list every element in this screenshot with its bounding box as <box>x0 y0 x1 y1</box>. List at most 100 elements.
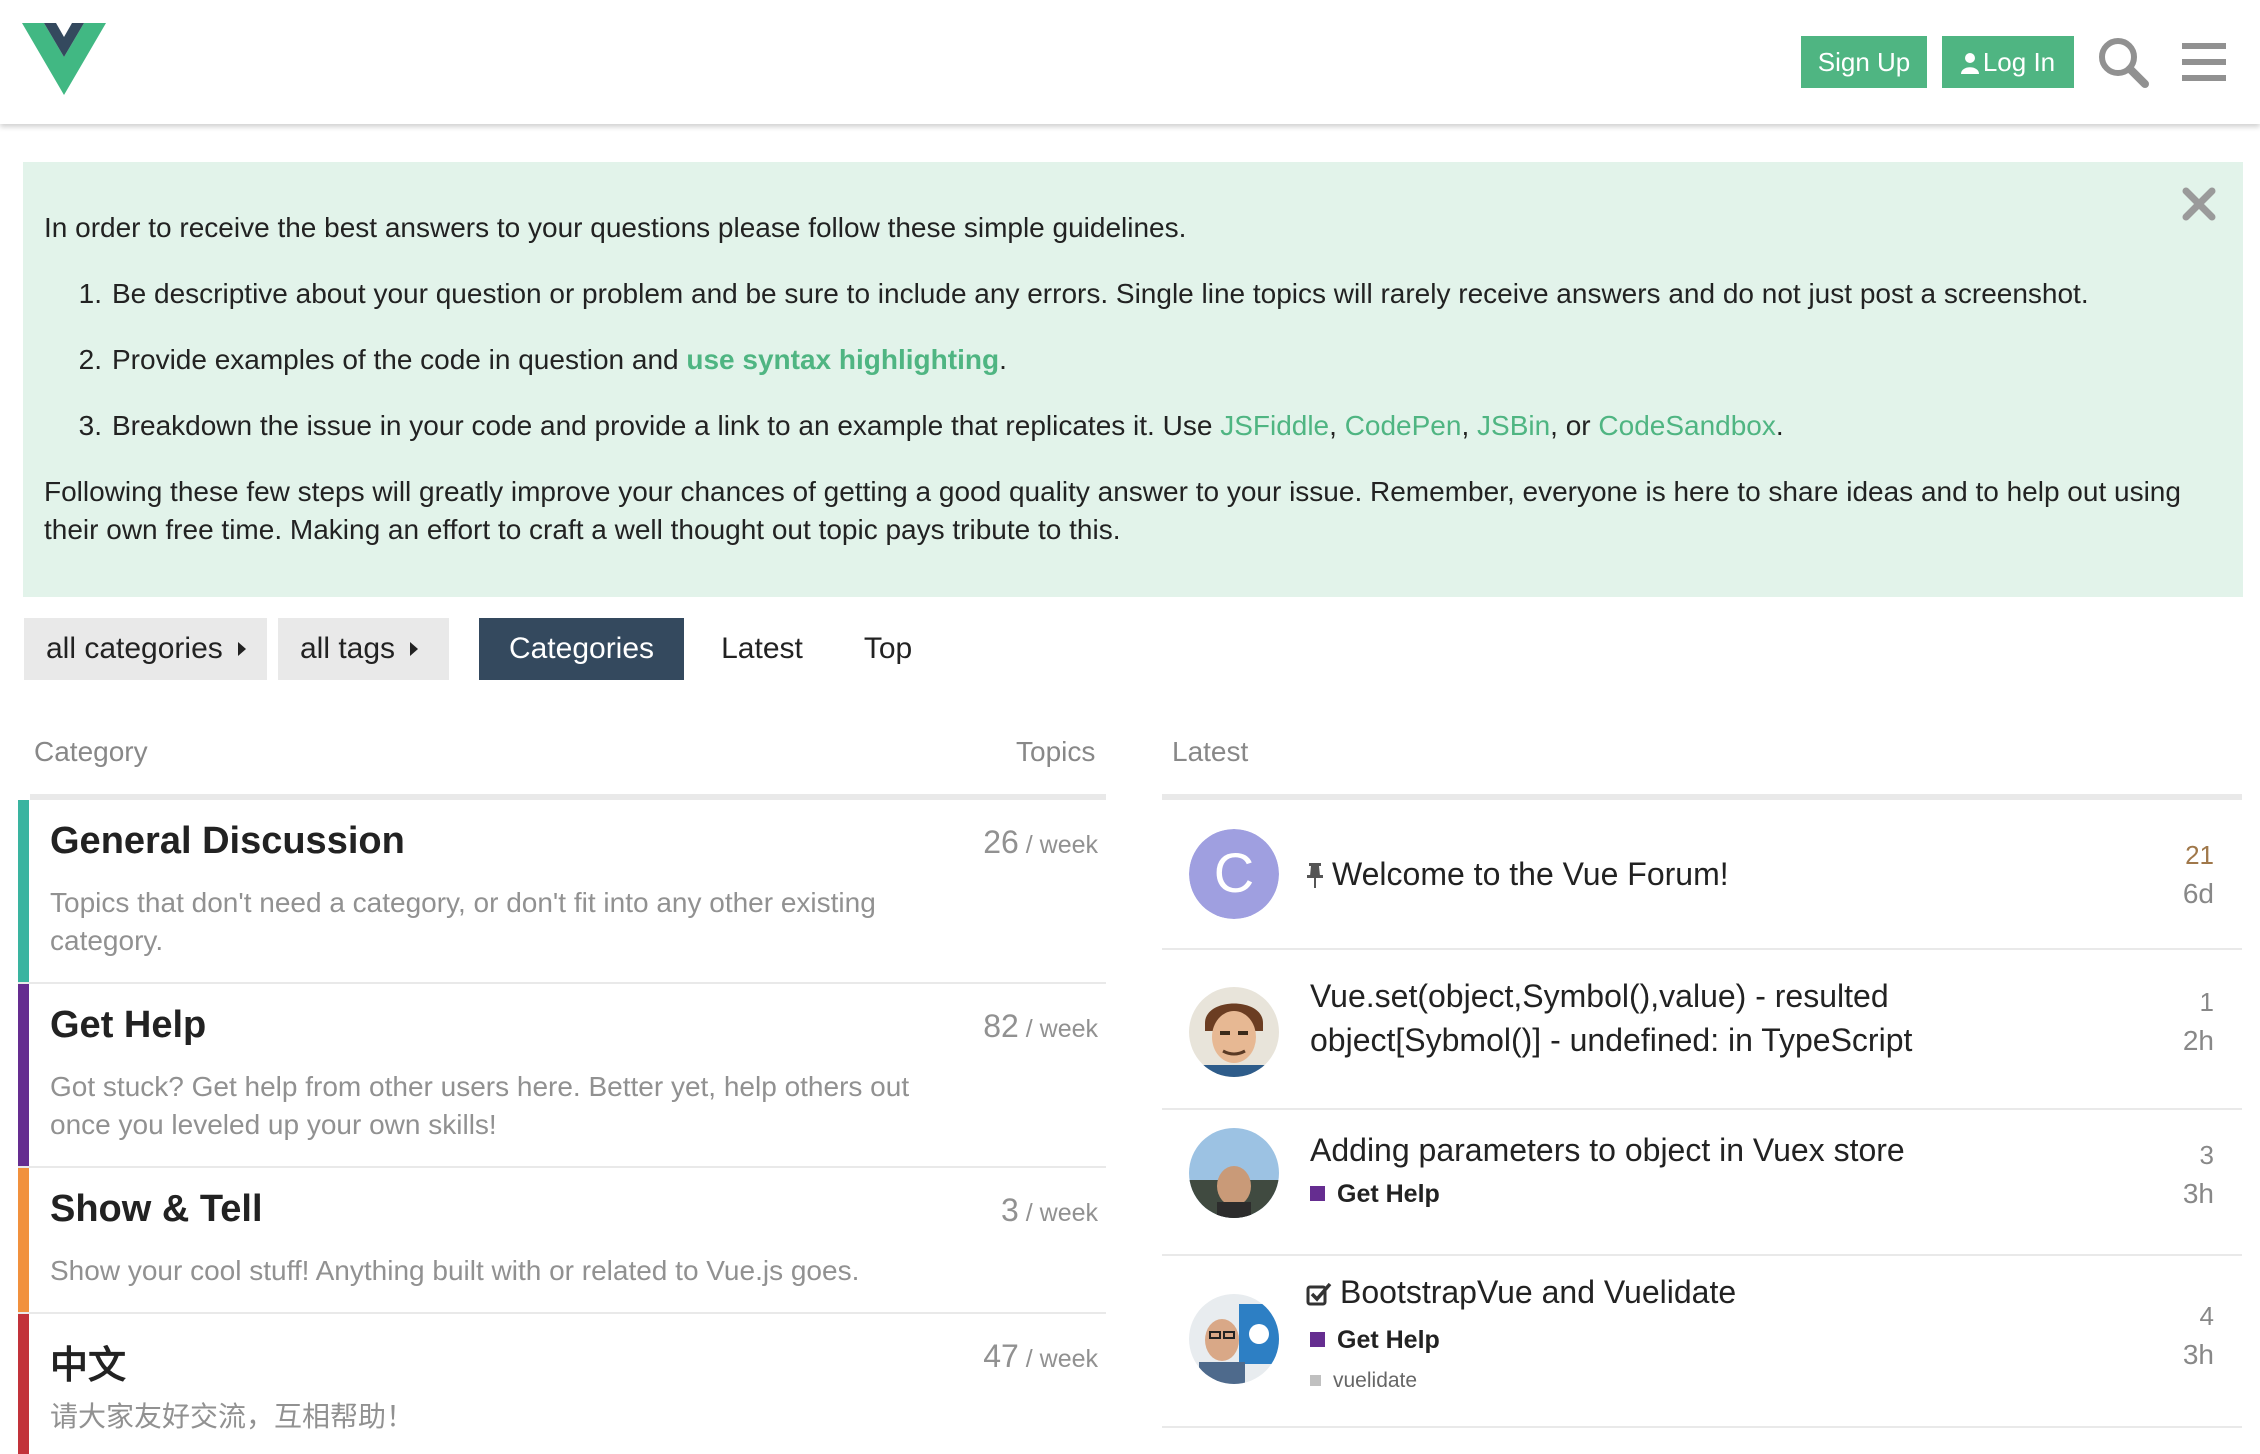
search-icon[interactable] <box>2095 34 2151 90</box>
topic-count: 26 <box>983 824 1019 860</box>
column-header-latest[interactable]: Latest <box>1172 736 1248 768</box>
category-badge-label: Get Help <box>1337 1180 1440 1208</box>
topic-title-link[interactable]: Vue.set(object,Symbol(),value) - resulte… <box>1310 974 2090 1062</box>
category-name-link[interactable]: Get Help <box>50 1004 206 1047</box>
category-row-show-and-tell[interactable]: Show & Tell Show your cool stuff! Anythi… <box>18 1168 1106 1314</box>
category-badge[interactable]: Get Help <box>1310 1326 1440 1355</box>
column-header-topics[interactable]: Topics <box>1016 736 1095 768</box>
category-badge-label: Get Help <box>1337 1326 1440 1354</box>
per-week-label: / week <box>1018 1015 1098 1043</box>
separator: , <box>1329 410 1345 441</box>
topic-title-link[interactable]: Welcome to the Vue Forum! <box>1306 852 2086 896</box>
tab-top[interactable]: Top <box>840 618 936 680</box>
topics-per-week: 47 / week <box>983 1338 1098 1375</box>
jsbin-link[interactable]: JSBin <box>1477 410 1550 441</box>
guideline-number: 2. <box>78 344 102 375</box>
banner-outro-line-2: their own free time. Making an effort to… <box>44 514 1121 545</box>
solved-checkbox-icon <box>1306 1282 1332 1306</box>
latest-topic-row[interactable]: BootstrapVue and Vuelidate Get Help vuel… <box>1162 1256 2242 1428</box>
user-avatar[interactable] <box>1189 987 1279 1077</box>
per-week-label: / week <box>1018 1199 1098 1227</box>
category-description-line: 请大家友好交流，互相帮助！ <box>50 1400 415 1433</box>
tag-badge[interactable]: vuelidate <box>1310 1369 1417 1393</box>
category-color-square <box>1310 1332 1325 1347</box>
topic-title-text: BootstrapVue and Vuelidate <box>1340 1274 1737 1310</box>
guideline-item-3: 3. Breakdown the issue in your code and p… <box>70 407 1784 445</box>
topic-count: 3 <box>1001 1192 1019 1228</box>
guidelines-banner: In order to receive the best answers to … <box>23 162 2243 597</box>
topics-per-week: 82 / week <box>983 1008 1098 1045</box>
category-description: Show your cool stuff! Anything built wit… <box>50 1252 930 1290</box>
user-avatar[interactable]: C <box>1189 829 1279 919</box>
category-description-line: Topics that don't need a category, or do… <box>50 887 876 918</box>
topic-post-count[interactable]: 4 <box>2200 1301 2214 1332</box>
tab-latest[interactable]: Latest <box>700 618 824 680</box>
user-avatar[interactable] <box>1189 1128 1279 1218</box>
log-in-button[interactable]: Log In <box>1942 36 2074 88</box>
category-description-line: once you leveled up your own skills! <box>50 1109 497 1140</box>
guideline-number: 3. <box>78 410 102 441</box>
category-name-link[interactable]: Show & Tell <box>50 1188 263 1231</box>
hamburger-menu-icon[interactable] <box>2176 34 2232 90</box>
category-name-link[interactable]: 中文 <box>50 1334 126 1389</box>
topic-count: 82 <box>983 1008 1019 1044</box>
per-week-label: / week <box>1018 1345 1098 1373</box>
category-row-general-discussion[interactable]: General Discussion Topics that don't nee… <box>18 800 1106 984</box>
tab-categories[interactable]: Categories <box>479 618 684 680</box>
vue-logo-icon[interactable] <box>22 23 106 95</box>
category-name-link[interactable]: General Discussion <box>50 820 405 863</box>
latest-topic-row[interactable]: Adding parameters to object in Vuex stor… <box>1162 1110 2242 1256</box>
category-color-bar <box>18 1168 29 1312</box>
tag-square <box>1310 1375 1321 1386</box>
guideline-number: 1. <box>78 278 102 309</box>
guideline-item-1: 1. Be descriptive about your question or … <box>70 275 2089 313</box>
site-header: Sign Up Log In <box>0 0 2260 124</box>
banner-intro: In order to receive the best answers to … <box>44 212 1187 243</box>
jsfiddle-link[interactable]: JSFiddle <box>1220 410 1329 441</box>
topic-post-count[interactable]: 1 <box>2200 987 2214 1018</box>
topic-title-text: Welcome to the Vue Forum! <box>1332 856 1729 892</box>
category-color-square <box>1310 1186 1325 1201</box>
topic-post-count[interactable]: 21 <box>2185 840 2214 871</box>
sign-up-button[interactable]: Sign Up <box>1801 36 1927 88</box>
close-icon[interactable] <box>2181 186 2217 222</box>
category-color-bar <box>18 800 29 982</box>
per-week-label: / week <box>1018 831 1098 859</box>
topic-activity-age[interactable]: 2h <box>2183 1025 2214 1057</box>
column-header-category[interactable]: Category <box>34 736 148 768</box>
latest-topic-row[interactable]: Vue.set(object,Symbol(),value) - resulte… <box>1162 950 2242 1110</box>
avatar-letter: C <box>1214 841 1254 904</box>
topic-activity-age[interactable]: 6d <box>2183 878 2214 910</box>
category-badge[interactable]: Get Help <box>1310 1180 1440 1209</box>
category-description: Got stuck? Get help from other users her… <box>50 1068 930 1144</box>
category-row-chinese[interactable]: 中文 请大家友好交流，互相帮助！ 47 / week <box>18 1314 1106 1454</box>
guideline-text: Be descriptive about your question or pr… <box>112 278 2089 309</box>
pin-icon <box>1307 863 1323 888</box>
guideline-text: Provide examples of the code in question… <box>112 344 687 375</box>
topic-activity-age[interactable]: 3h <box>2183 1178 2214 1210</box>
separator: , or <box>1550 410 1599 441</box>
category-description: 请大家友好交流，互相帮助！ <box>50 1398 930 1436</box>
guideline-text-end: . <box>1775 410 1784 441</box>
syntax-highlighting-link[interactable]: use syntax highlighting <box>686 344 999 375</box>
codepen-link[interactable]: CodePen <box>1345 410 1462 441</box>
topic-title-line: object[Sybmol()] - undefined: in TypeScr… <box>1310 1022 1913 1058</box>
topic-post-count[interactable]: 3 <box>2200 1140 2214 1171</box>
all-categories-dropdown[interactable]: all categories <box>24 618 267 680</box>
codesandbox-link[interactable]: CodeSandbox <box>1598 410 1775 441</box>
category-color-bar <box>18 1314 29 1454</box>
guideline-text-end: . <box>999 344 1007 375</box>
topic-count: 47 <box>983 1338 1019 1374</box>
topic-title-link[interactable]: Adding parameters to object in Vuex stor… <box>1310 1128 2090 1172</box>
user-avatar[interactable] <box>1189 1294 1279 1384</box>
user-icon <box>1960 53 1979 74</box>
guideline-text: Breakdown the issue in your code and pro… <box>112 410 1221 441</box>
topic-activity-age[interactable]: 3h <box>2183 1339 2214 1371</box>
category-row-get-help[interactable]: Get Help Got stuck? Get help from other … <box>18 984 1106 1168</box>
topic-title-line: Vue.set(object,Symbol(),value) - resulte… <box>1310 978 1889 1014</box>
category-color-bar <box>18 984 29 1166</box>
separator: , <box>1461 410 1478 441</box>
topic-title-link[interactable]: BootstrapVue and Vuelidate <box>1306 1270 2086 1314</box>
all-tags-dropdown[interactable]: all tags <box>278 618 449 680</box>
latest-topic-row[interactable]: C Welcome to the Vue Forum! 21 6d <box>1162 800 2242 950</box>
